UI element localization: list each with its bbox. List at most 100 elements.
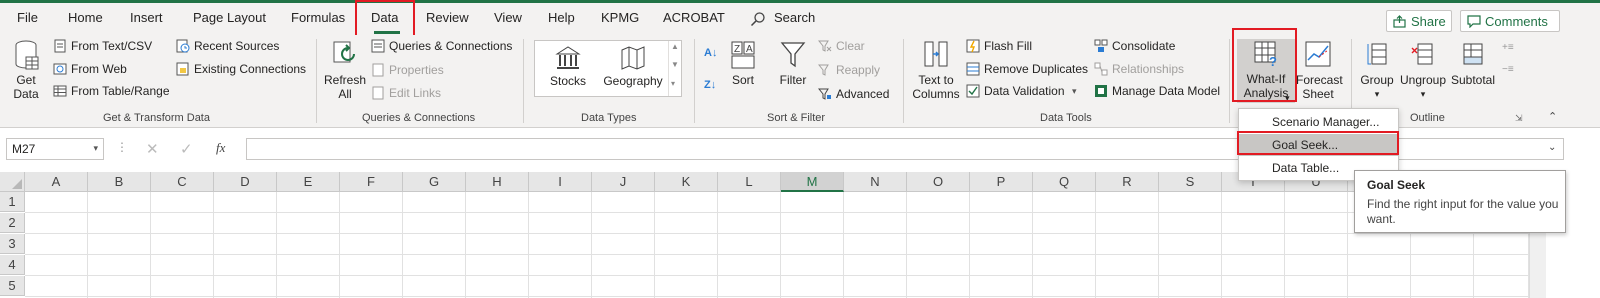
show-detail-button[interactable]: +≡ [1502,37,1518,55]
filter-label: Filter [779,73,807,87]
group-button[interactable]: Group ▾ [1356,40,1398,101]
cancel-icon[interactable]: ✕ [146,140,159,158]
name-box-value: M27 [12,142,36,156]
grid-column-line [780,192,781,298]
select-all-icon [12,179,22,189]
select-all-corner[interactable] [0,172,25,192]
forecast-sheet-label: Forecast Sheet [1296,73,1343,101]
tab-formulas[interactable]: Formulas [291,10,345,25]
refresh-all-label: Refresh All [323,73,367,101]
column-header-i[interactable]: I [529,172,592,192]
get-data-button[interactable]: Get Data [6,40,46,101]
name-box[interactable]: M27 ▾ [6,138,104,160]
relationships-icon [1094,62,1108,76]
forecast-chart-icon [1305,41,1331,67]
text-to-columns-icon [924,41,948,67]
row-header-1[interactable]: 1 [0,192,25,212]
grid-row-line [25,212,1529,213]
ribbon-tabs: File Home Insert Page Layout Formulas Da… [0,0,1600,39]
subtotal-button[interactable]: Subtotal [1450,40,1496,87]
column-header-e[interactable]: E [277,172,340,192]
column-header-c[interactable]: C [151,172,214,192]
search-label[interactable]: Search [774,10,815,25]
forecast-sheet-button[interactable]: Forecast Sheet [1296,40,1343,101]
expand-formula-bar-icon[interactable]: ⌄ [1548,142,1556,153]
tab-review[interactable]: Review [426,10,469,25]
group-separator [523,39,524,123]
flash-fill-label: Flash Fill [984,39,1033,53]
group-sort-filter-label: Sort & Filter [767,112,826,124]
column-header-l[interactable]: L [718,172,781,192]
gallery-more-icon[interactable]: ▾ [671,79,675,88]
ungroup-button[interactable]: Ungroup ▾ [1398,40,1448,101]
stocks-button[interactable]: Stocks [543,45,593,88]
column-header-o[interactable]: O [907,172,970,192]
grid-column-line [654,192,655,298]
clear-label: Clear [836,39,865,53]
row-header-2[interactable]: 2 [0,213,25,233]
chevron-down-icon[interactable]: ▾ [1072,82,1077,100]
text-to-columns-button[interactable]: Text to Columns [910,40,962,101]
text-file-icon [54,39,66,53]
geography-button[interactable]: Geography [601,45,665,88]
gallery-scrollbar[interactable]: ▲ ▼ ▾ [668,41,681,96]
column-header-s[interactable]: S [1159,172,1222,192]
sort-button[interactable]: ZA Sort [728,40,758,87]
grid-column-line [1095,192,1096,298]
column-header-k[interactable]: K [655,172,718,192]
chevron-down-icon: ▾ [1374,89,1380,99]
sort-az-icon: A↓ [704,47,718,59]
column-header-n[interactable]: N [844,172,907,192]
column-header-j[interactable]: J [592,172,655,192]
column-header-f[interactable]: F [340,172,403,192]
menu-item-scenario-manager[interactable]: Scenario Manager... [1239,111,1398,133]
scroll-down-icon[interactable]: ▼ [671,60,679,69]
tab-kpmg[interactable]: KPMG [601,10,639,25]
share-button[interactable]: Share [1386,10,1452,32]
scroll-up-icon[interactable]: ▲ [671,42,679,51]
tab-view[interactable]: View [494,10,522,25]
chevron-down-icon[interactable]: ▾ [93,143,98,154]
insert-function-icon[interactable]: fx [216,140,225,156]
tab-help[interactable]: Help [548,10,575,25]
column-header-m[interactable]: M [781,172,844,192]
comments-button[interactable]: Comments [1460,10,1560,32]
reapply-icon [818,64,829,76]
refresh-all-button[interactable]: Refresh All [322,40,368,101]
filter-button[interactable]: Filter [776,40,810,87]
column-header-h[interactable]: H [466,172,529,192]
hide-detail-button[interactable]: −≡ [1502,59,1518,77]
row-header-4[interactable]: 4 [0,255,25,275]
tab-file[interactable]: File [17,10,38,25]
tab-acrobat[interactable]: ACROBAT [663,10,725,25]
tab-home[interactable]: Home [68,10,103,25]
enter-icon[interactable]: ✓ [180,140,193,158]
column-header-g[interactable]: G [403,172,466,192]
column-header-a[interactable]: A [25,172,88,192]
tab-insert[interactable]: Insert [130,10,163,25]
map-icon [621,46,645,70]
search-icon[interactable] [750,11,766,27]
row-header-3[interactable]: 3 [0,234,25,254]
column-header-q[interactable]: Q [1033,172,1096,192]
grid-column-line [276,192,277,298]
edit-links-label: Edit Links [389,86,442,100]
remove-duplicates-label: Remove Duplicates [984,62,1089,76]
subtotal-icon [1463,43,1483,65]
sort-a-to-z-button[interactable]: A↓ [704,43,726,61]
grid-column-line [213,192,214,298]
column-header-b[interactable]: B [88,172,151,192]
column-header-r[interactable]: R [1096,172,1159,192]
row-header-5[interactable]: 5 [0,276,25,296]
what-if-highlight-box [1232,28,1297,102]
comment-icon [1467,15,1481,28]
collapse-ribbon-icon[interactable]: ⌃ [1548,110,1557,123]
group-outline-label: Outline [1410,112,1445,124]
sort-z-to-a-button[interactable]: Z↓ [704,75,726,93]
tab-page-layout[interactable]: Page Layout [193,10,266,25]
reapply-label: Reapply [836,63,881,77]
column-header-p[interactable]: P [970,172,1033,192]
column-header-d[interactable]: D [214,172,277,192]
dialog-launcher-icon[interactable]: ⇲ [1515,113,1523,124]
get-data-label: Get Data [13,73,39,101]
